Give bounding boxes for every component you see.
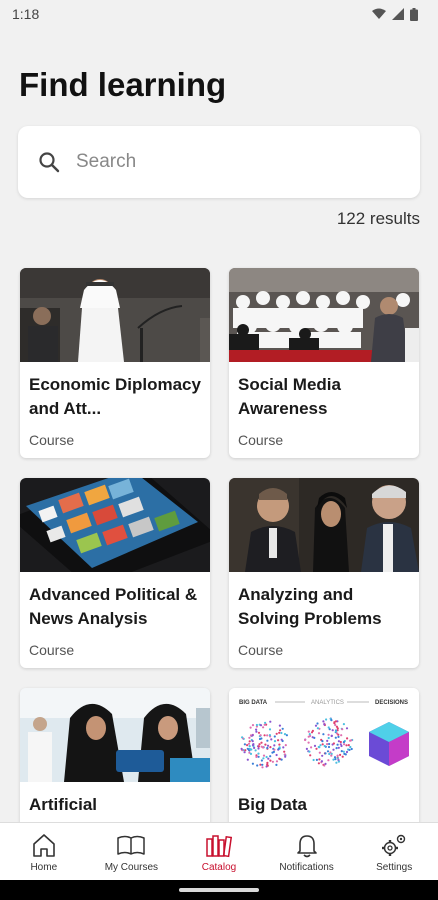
course-card[interactable]: Social Media Awareness Course — [229, 268, 419, 458]
nav-notifications[interactable]: Notifications — [264, 824, 350, 880]
course-type: Course — [29, 432, 75, 448]
course-card[interactable]: Analyzing and Solving Problems Course — [229, 478, 419, 668]
status-bar: 1:18 — [0, 0, 438, 28]
course-thumbnail: BIG DATA ANALYTICS DECISIONS — [229, 688, 419, 782]
nav-my-courses[interactable]: My Courses — [88, 824, 174, 880]
gear-icon — [382, 834, 406, 856]
search-icon — [39, 152, 60, 173]
course-title: Advanced Political & News Analysis — [29, 585, 198, 628]
course-title: Analyzing and Solving Problems — [238, 585, 382, 628]
course-thumbnail — [20, 688, 210, 782]
search-input[interactable] — [76, 151, 376, 173]
nav-settings[interactable]: Settings — [351, 824, 437, 880]
big-data-label: BIG DATA — [239, 700, 268, 706]
results-count: 122 results — [336, 209, 420, 228]
course-thumbnail — [20, 478, 210, 572]
bottom-nav: Home My Courses Catalog Notifications Se… — [0, 822, 438, 880]
course-grid: Economic Diplomacy and Att... Course Soc… — [20, 268, 420, 878]
nav-home-label: Home — [30, 861, 58, 873]
course-title: Social Media Awareness — [238, 375, 341, 418]
wifi-icon — [372, 8, 386, 19]
signal-icon — [392, 8, 404, 20]
home-icon — [32, 833, 55, 857]
course-title: Economic Diplomacy and Att... — [29, 375, 201, 418]
course-thumbnail — [20, 268, 210, 362]
course-type: Course — [29, 642, 75, 658]
decisions-label: DECISIONS — [375, 700, 408, 706]
course-type: Course — [238, 642, 284, 658]
course-card[interactable]: Advanced Political & News Analysis Cours… — [20, 478, 210, 668]
nav-catalog-label: Catalog — [201, 861, 237, 873]
bell-icon — [296, 834, 317, 857]
home-gesture-pill[interactable] — [179, 888, 259, 892]
nav-settings-label: Settings — [376, 861, 413, 873]
nav-my-courses-label: My Courses — [104, 861, 159, 873]
nav-home[interactable]: Home — [1, 824, 87, 880]
course-thumbnail — [229, 268, 419, 362]
course-type: Course — [238, 432, 284, 448]
status-icons — [372, 7, 418, 21]
course-card[interactable]: Economic Diplomacy and Att... Course — [20, 268, 210, 458]
nav-notifications-label: Notifications — [279, 861, 334, 873]
book-icon — [117, 835, 146, 855]
analytics-label: ANALYTICS — [311, 700, 344, 706]
system-gesture-bar — [0, 880, 438, 900]
nav-catalog[interactable]: Catalog — [176, 824, 262, 880]
catalog-icon — [206, 834, 233, 857]
page-title: Find learning — [19, 66, 227, 103]
search-box[interactable] — [18, 126, 420, 198]
status-time: 1:18 — [12, 6, 40, 22]
course-thumbnail — [229, 478, 419, 572]
battery-icon — [410, 7, 418, 21]
